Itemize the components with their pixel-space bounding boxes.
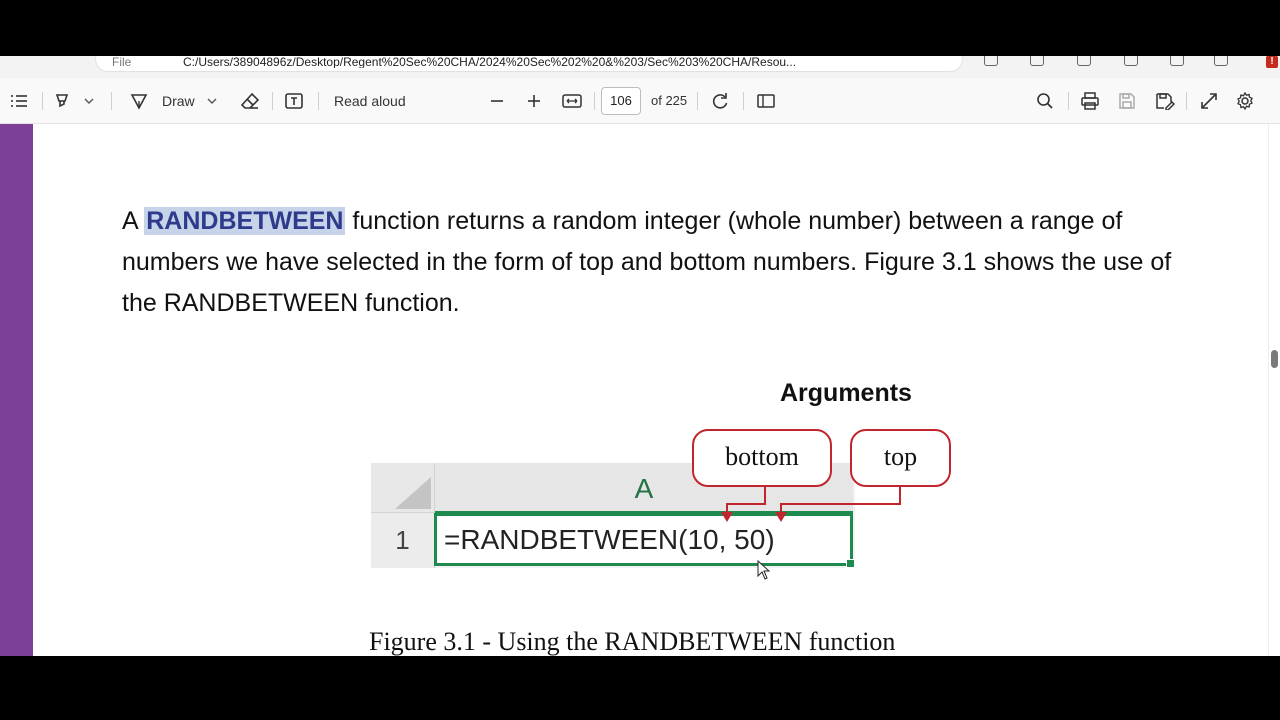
- pdf-toolbar: Draw Read aloud 106 of 225: [0, 78, 1280, 124]
- mouse-cursor-icon: [757, 560, 771, 580]
- favorites-icon[interactable]: [1030, 56, 1044, 66]
- toolbar-divider: [697, 92, 698, 110]
- toolbar-divider: [111, 92, 112, 110]
- highlight-button[interactable]: [54, 90, 72, 112]
- zoom-in-icon: [528, 95, 540, 107]
- toolbar-divider: [318, 92, 319, 110]
- bottom-callout: bottom: [692, 429, 832, 487]
- add-text-button[interactable]: [285, 90, 303, 112]
- page-total: of 225: [651, 93, 688, 108]
- draw-button[interactable]: Draw: [130, 90, 195, 112]
- profile-icon[interactable]: [1214, 56, 1228, 66]
- vertical-scrollbar[interactable]: [1268, 124, 1280, 656]
- save-as-button[interactable]: [1155, 90, 1175, 112]
- tab-actions-icon[interactable]: [1170, 56, 1184, 66]
- figure-caption: Figure 3.1 - Using the RANDBETWEEN funct…: [369, 627, 896, 656]
- highlight-menu-button[interactable]: [84, 90, 94, 112]
- para-prefix: A: [122, 207, 145, 235]
- address-scheme: File: [112, 56, 132, 69]
- draw-menu-button[interactable]: [207, 90, 217, 112]
- read-aloud-label: Read aloud: [334, 93, 406, 109]
- contents-icon: [11, 95, 27, 107]
- pdf-page-viewer[interactable]: A RANDBETWEEN function returns a random …: [0, 124, 1280, 656]
- highlight-icon: [55, 94, 69, 108]
- print-icon: [1081, 92, 1099, 110]
- zoom-out-button[interactable]: [490, 90, 504, 112]
- settings-button[interactable]: [1236, 90, 1254, 112]
- toolbar-divider: [743, 92, 744, 110]
- chevron-down-icon: [84, 98, 94, 104]
- print-button[interactable]: [1081, 90, 1099, 112]
- toolbar-divider: [1186, 92, 1187, 110]
- corner-triangle: [395, 477, 431, 509]
- save-button[interactable]: [1118, 90, 1136, 112]
- page-view-icon: [757, 94, 775, 108]
- toolbar-divider: [594, 92, 595, 110]
- search-icon: [1037, 93, 1053, 109]
- draw-icon: [130, 94, 148, 110]
- toolbar-divider: [272, 92, 273, 110]
- expand-icon: [1201, 93, 1217, 109]
- text-box-icon: [285, 93, 303, 109]
- eraser-icon: [240, 92, 260, 109]
- find-button[interactable]: [1036, 90, 1054, 112]
- scrollbar-thumb[interactable]: [1271, 350, 1278, 368]
- body-paragraph: A RANDBETWEEN function returns a random …: [122, 201, 1202, 324]
- letterbox-bottom: [0, 656, 1280, 720]
- figure-heading: Arguments: [780, 379, 912, 407]
- browser-address-bar: File C:/Users/38904896z/Desktop/Regent%2…: [0, 56, 1280, 78]
- zoom-in-button[interactable]: [527, 90, 541, 112]
- rotate-icon: [712, 93, 728, 109]
- rotate-button[interactable]: [711, 90, 729, 112]
- split-screen-icon[interactable]: [1077, 56, 1091, 66]
- collections-icon[interactable]: [1124, 56, 1138, 66]
- fill-handle: [846, 559, 855, 568]
- chevron-down-icon: [207, 98, 217, 104]
- select-all-corner: [371, 463, 435, 513]
- save-icon: [1119, 93, 1135, 109]
- fit-width-button[interactable]: [562, 90, 582, 112]
- page-view-button[interactable]: [757, 90, 775, 112]
- toolbar-divider: [42, 92, 43, 110]
- fullscreen-button[interactable]: [1200, 90, 1218, 112]
- fit-width-icon: [562, 94, 582, 108]
- address-url[interactable]: C:/Users/38904896z/Desktop/Regent%20Sec%…: [183, 56, 883, 68]
- save-as-icon: [1156, 93, 1175, 110]
- zoom-out-icon: [491, 100, 503, 102]
- top-callout: top: [850, 429, 951, 487]
- highlighted-term[interactable]: RANDBETWEEN: [144, 207, 346, 235]
- toolbar-divider: [1068, 92, 1069, 110]
- letterbox-top: [0, 0, 1280, 56]
- alert-badge-icon[interactable]: !: [1266, 56, 1278, 68]
- erase-button[interactable]: [240, 90, 260, 112]
- draw-label: Draw: [162, 93, 195, 109]
- page-accent-strip: [0, 124, 33, 656]
- formula-cell: =RANDBETWEEN(10, 50): [434, 513, 853, 566]
- page-number-input[interactable]: 106: [601, 87, 641, 115]
- settings-icon: [1237, 92, 1253, 110]
- row-header: 1: [371, 513, 435, 568]
- extension-icon[interactable]: [984, 56, 998, 66]
- contents-button[interactable]: [10, 90, 28, 112]
- read-aloud-button[interactable]: Read aloud: [334, 90, 406, 112]
